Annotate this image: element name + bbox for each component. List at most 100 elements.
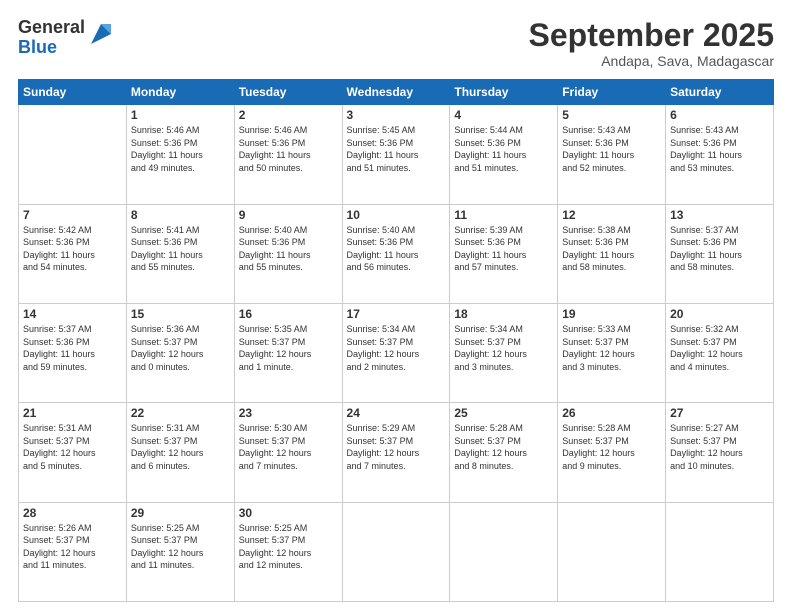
table-row: 14 Sunrise: 5:37 AM Sunset: 5:36 PM Dayli…: [19, 303, 127, 402]
day-info: Sunrise: 5:37 AM Sunset: 5:36 PM Dayligh…: [23, 323, 122, 373]
table-row: 29 Sunrise: 5:25 AM Sunset: 5:37 PM Dayli…: [126, 502, 234, 601]
day-info: Sunrise: 5:30 AM Sunset: 5:37 PM Dayligh…: [239, 422, 338, 472]
day-info: Sunrise: 5:35 AM Sunset: 5:37 PM Dayligh…: [239, 323, 338, 373]
day-number: 13: [670, 208, 769, 222]
day-number: 7: [23, 208, 122, 222]
day-number: 9: [239, 208, 338, 222]
table-row: 28 Sunrise: 5:26 AM Sunset: 5:37 PM Dayli…: [19, 502, 127, 601]
col-saturday: Saturday: [666, 80, 774, 105]
day-info: Sunrise: 5:32 AM Sunset: 5:37 PM Dayligh…: [670, 323, 769, 373]
table-row: 23 Sunrise: 5:30 AM Sunset: 5:37 PM Dayli…: [234, 403, 342, 502]
table-row: 15Sunrise: 5:36 AM Sunset: 5:37 PM Dayli…: [126, 303, 234, 402]
month-title: September 2025: [529, 18, 774, 53]
day-number: 16: [239, 307, 338, 321]
table-row: 12 Sunrise: 5:38 AM Sunset: 5:36 PM Dayli…: [558, 204, 666, 303]
table-row: [450, 502, 558, 601]
week-row-0: 1Sunrise: 5:46 AM Sunset: 5:36 PM Daylig…: [19, 105, 774, 204]
table-row: [558, 502, 666, 601]
day-info: Sunrise: 5:40 AM Sunset: 5:36 PM Dayligh…: [239, 224, 338, 274]
day-info: Sunrise: 5:43 AM Sunset: 5:36 PM Dayligh…: [562, 124, 661, 174]
day-number: 19: [562, 307, 661, 321]
day-number: 25: [454, 406, 553, 420]
table-row: 8 Sunrise: 5:41 AM Sunset: 5:36 PM Daylig…: [126, 204, 234, 303]
col-monday: Monday: [126, 80, 234, 105]
day-info: Sunrise: 5:27 AM Sunset: 5:37 PM Dayligh…: [670, 422, 769, 472]
logo-text: General Blue: [18, 18, 85, 58]
day-number: 18: [454, 307, 553, 321]
col-friday: Friday: [558, 80, 666, 105]
table-row: 13Sunrise: 5:37 AM Sunset: 5:36 PM Dayli…: [666, 204, 774, 303]
day-info: Sunrise: 5:38 AM Sunset: 5:36 PM Dayligh…: [562, 224, 661, 274]
table-row: 6 Sunrise: 5:43 AM Sunset: 5:36 PM Daylig…: [666, 105, 774, 204]
day-info: Sunrise: 5:44 AM Sunset: 5:36 PM Dayligh…: [454, 124, 553, 174]
table-row: 9 Sunrise: 5:40 AM Sunset: 5:36 PM Daylig…: [234, 204, 342, 303]
day-number: 12: [562, 208, 661, 222]
table-row: 25 Sunrise: 5:28 AM Sunset: 5:37 PM Dayli…: [450, 403, 558, 502]
table-row: 30 Sunrise: 5:25 AM Sunset: 5:37 PM Dayli…: [234, 502, 342, 601]
day-info: Sunrise: 5:39 AM Sunset: 5:36 PM Dayligh…: [454, 224, 553, 274]
calendar-header-row: Sunday Monday Tuesday Wednesday Thursday…: [19, 80, 774, 105]
day-info: Sunrise: 5:46 AM Sunset: 5:36 PM Dayligh…: [239, 124, 338, 174]
day-info: Sunrise: 5:36 AM Sunset: 5:37 PM Dayligh…: [131, 323, 230, 373]
logo-icon: [87, 20, 115, 48]
col-wednesday: Wednesday: [342, 80, 450, 105]
day-info: Sunrise: 5:42 AM Sunset: 5:36 PM Dayligh…: [23, 224, 122, 274]
table-row: 11 Sunrise: 5:39 AM Sunset: 5:36 PM Dayli…: [450, 204, 558, 303]
day-info: Sunrise: 5:26 AM Sunset: 5:37 PM Dayligh…: [23, 522, 122, 572]
table-row: 26 Sunrise: 5:28 AM Sunset: 5:37 PM Dayli…: [558, 403, 666, 502]
table-row: [342, 502, 450, 601]
day-info: Sunrise: 5:25 AM Sunset: 5:37 PM Dayligh…: [131, 522, 230, 572]
table-row: 2Sunrise: 5:46 AM Sunset: 5:36 PM Daylig…: [234, 105, 342, 204]
day-number: 14: [23, 307, 122, 321]
day-number: 20: [670, 307, 769, 321]
day-number: 24: [347, 406, 446, 420]
day-info: Sunrise: 5:41 AM Sunset: 5:36 PM Dayligh…: [131, 224, 230, 274]
day-info: Sunrise: 5:45 AM Sunset: 5:36 PM Dayligh…: [347, 124, 446, 174]
day-number: 17: [347, 307, 446, 321]
day-number: 21: [23, 406, 122, 420]
table-row: [19, 105, 127, 204]
table-row: 17Sunrise: 5:34 AM Sunset: 5:37 PM Dayli…: [342, 303, 450, 402]
day-number: 4: [454, 108, 553, 122]
col-tuesday: Tuesday: [234, 80, 342, 105]
day-info: Sunrise: 5:33 AM Sunset: 5:37 PM Dayligh…: [562, 323, 661, 373]
day-number: 22: [131, 406, 230, 420]
day-number: 6: [670, 108, 769, 122]
day-info: Sunrise: 5:28 AM Sunset: 5:37 PM Dayligh…: [562, 422, 661, 472]
day-info: Sunrise: 5:25 AM Sunset: 5:37 PM Dayligh…: [239, 522, 338, 572]
logo: General Blue: [18, 18, 115, 58]
day-number: 29: [131, 506, 230, 520]
day-info: Sunrise: 5:46 AM Sunset: 5:36 PM Dayligh…: [131, 124, 230, 174]
week-row-1: 7 Sunrise: 5:42 AM Sunset: 5:36 PM Daylig…: [19, 204, 774, 303]
day-info: Sunrise: 5:34 AM Sunset: 5:37 PM Dayligh…: [454, 323, 553, 373]
table-row: 21 Sunrise: 5:31 AM Sunset: 5:37 PM Dayli…: [19, 403, 127, 502]
logo-general: General: [18, 18, 85, 38]
day-number: 28: [23, 506, 122, 520]
table-row: 27Sunrise: 5:27 AM Sunset: 5:37 PM Dayli…: [666, 403, 774, 502]
location: Andapa, Sava, Madagascar: [529, 53, 774, 69]
day-number: 30: [239, 506, 338, 520]
week-row-2: 14 Sunrise: 5:37 AM Sunset: 5:36 PM Dayli…: [19, 303, 774, 402]
table-row: 1Sunrise: 5:46 AM Sunset: 5:36 PM Daylig…: [126, 105, 234, 204]
day-number: 5: [562, 108, 661, 122]
logo-blue: Blue: [18, 38, 85, 58]
day-number: 26: [562, 406, 661, 420]
day-info: Sunrise: 5:29 AM Sunset: 5:37 PM Dayligh…: [347, 422, 446, 472]
day-number: 10: [347, 208, 446, 222]
table-row: [666, 502, 774, 601]
page: General Blue September 2025 Andapa, Sava…: [0, 0, 792, 612]
header: General Blue September 2025 Andapa, Sava…: [18, 18, 774, 69]
day-info: Sunrise: 5:28 AM Sunset: 5:37 PM Dayligh…: [454, 422, 553, 472]
day-number: 8: [131, 208, 230, 222]
day-info: Sunrise: 5:31 AM Sunset: 5:37 PM Dayligh…: [23, 422, 122, 472]
day-number: 3: [347, 108, 446, 122]
table-row: 7 Sunrise: 5:42 AM Sunset: 5:36 PM Daylig…: [19, 204, 127, 303]
day-number: 11: [454, 208, 553, 222]
day-info: Sunrise: 5:43 AM Sunset: 5:36 PM Dayligh…: [670, 124, 769, 174]
table-row: 5 Sunrise: 5:43 AM Sunset: 5:36 PM Daylig…: [558, 105, 666, 204]
table-row: 10Sunrise: 5:40 AM Sunset: 5:36 PM Dayli…: [342, 204, 450, 303]
day-info: Sunrise: 5:31 AM Sunset: 5:37 PM Dayligh…: [131, 422, 230, 472]
table-row: 20 Sunrise: 5:32 AM Sunset: 5:37 PM Dayli…: [666, 303, 774, 402]
table-row: 16 Sunrise: 5:35 AM Sunset: 5:37 PM Dayli…: [234, 303, 342, 402]
day-number: 23: [239, 406, 338, 420]
